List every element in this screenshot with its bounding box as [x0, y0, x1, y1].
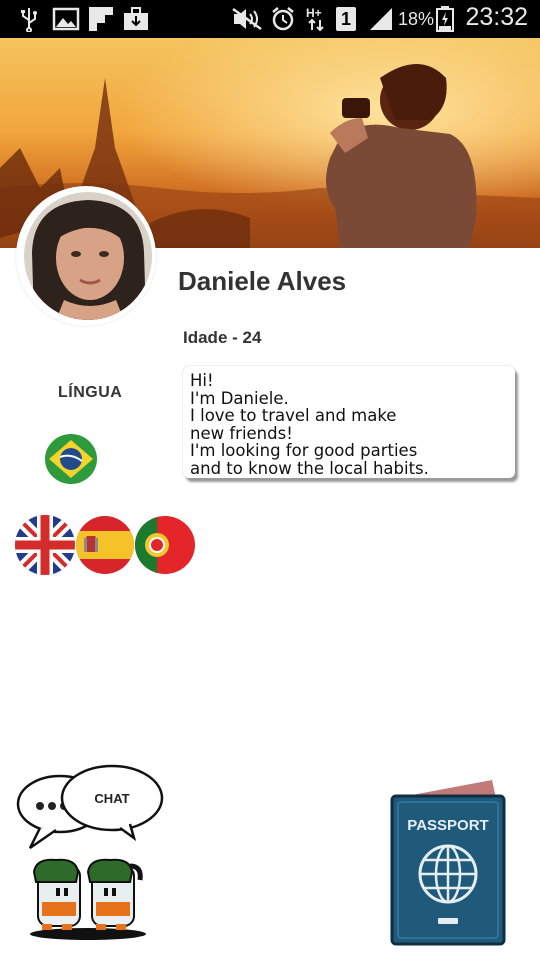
status-bar: H+ 1 18% 23:32	[0, 0, 540, 38]
alarm-icon	[272, 7, 294, 31]
bio-line: I love to travel and make	[190, 406, 397, 425]
carrier-badge: 1	[336, 7, 356, 31]
chat-button[interactable]: CHAT	[16, 762, 168, 946]
bio-text: Hi! I'm Daniele. I love to travel and ma…	[190, 372, 429, 477]
globe-icon	[418, 844, 478, 904]
language-heading: LÍNGUA	[58, 384, 123, 401]
spain-flag-icon[interactable]	[76, 516, 134, 574]
briefcase-icon	[124, 7, 148, 30]
data-arrows-icon: H+	[306, 6, 324, 32]
battery-percent: 18%	[398, 9, 435, 29]
passport-button[interactable]: PASSPORT	[388, 778, 508, 948]
portugal-flag-icon[interactable]	[135, 516, 195, 574]
usb-icon	[21, 8, 37, 32]
clock: 23:32	[465, 3, 528, 31]
battery-icon	[436, 6, 454, 32]
bio-line: I'm Daniele.	[190, 388, 289, 408]
flipboard-icon	[89, 7, 113, 31]
image-icon	[52, 7, 80, 31]
bio-line: new friends!	[190, 423, 293, 443]
passport-label: PASSPORT	[407, 817, 488, 834]
bio-card: Hi! I'm Daniele. I love to travel and ma…	[183, 366, 515, 478]
uk-flag-icon[interactable]	[15, 515, 75, 575]
chat-label: CHAT	[94, 791, 129, 806]
profile-name: Daniele Alves	[178, 266, 347, 296]
bio-line: and to know the local habits.	[190, 458, 429, 478]
signal-icon	[370, 8, 392, 30]
brazil-flag-icon[interactable]	[45, 434, 97, 484]
bio-line: Hi!	[190, 371, 214, 390]
age-label: Idade - 24	[183, 328, 262, 347]
mute-icon	[232, 7, 262, 31]
avatar[interactable]	[24, 192, 152, 320]
bio-line: I'm looking for good parties	[190, 441, 418, 460]
svg-text:H+: H+	[306, 6, 322, 20]
